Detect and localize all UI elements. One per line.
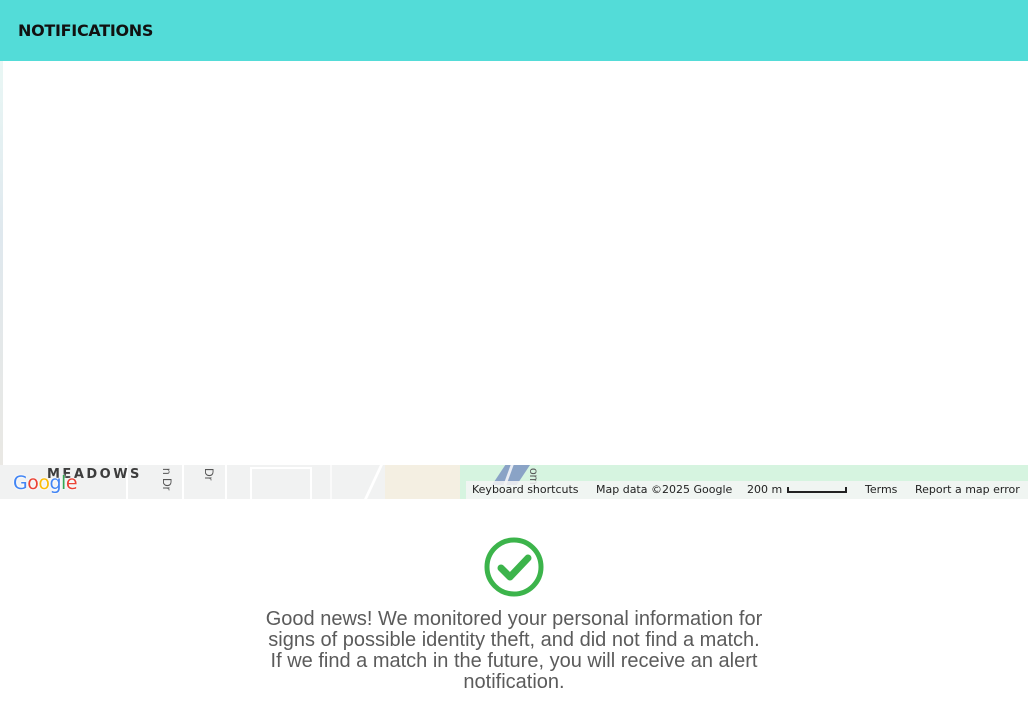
terms-link[interactable]: Terms	[865, 483, 897, 496]
message-line: If we find a match in the future, you wi…	[270, 650, 758, 672]
message-line: Good news! We monitored your personal in…	[265, 608, 763, 630]
keyboard-shortcuts-button[interactable]: Keyboard shortcuts	[472, 483, 579, 496]
check-circle-icon	[484, 537, 544, 597]
map-scale-label[interactable]: 200 m	[747, 483, 782, 496]
map-attribution: Keyboard shortcuts Map data ©2025 Google…	[466, 481, 1028, 499]
page-title: NOTIFICATIONS	[18, 21, 154, 40]
map-edge	[0, 61, 3, 499]
report-map-error-link[interactable]: Report a map error	[915, 483, 1020, 496]
map-scale-bar[interactable]	[787, 487, 847, 493]
message-line: signs of possible identity theft, and di…	[268, 629, 760, 651]
map-label-street: Dr	[202, 468, 216, 481]
map-data-credit: Map data ©2025 Google	[596, 483, 733, 496]
message-line: notification.	[463, 671, 565, 693]
google-logo[interactable]: Google	[13, 472, 78, 494]
header-bar: NOTIFICATIONS	[0, 0, 1028, 61]
map-view[interactable]: MEADOWS n Dr Dr om Google Keyboard short…	[0, 61, 1028, 499]
no-match-message: Good news! We monitored your personal in…	[243, 609, 785, 693]
map-label-street: n Dr	[160, 468, 174, 491]
